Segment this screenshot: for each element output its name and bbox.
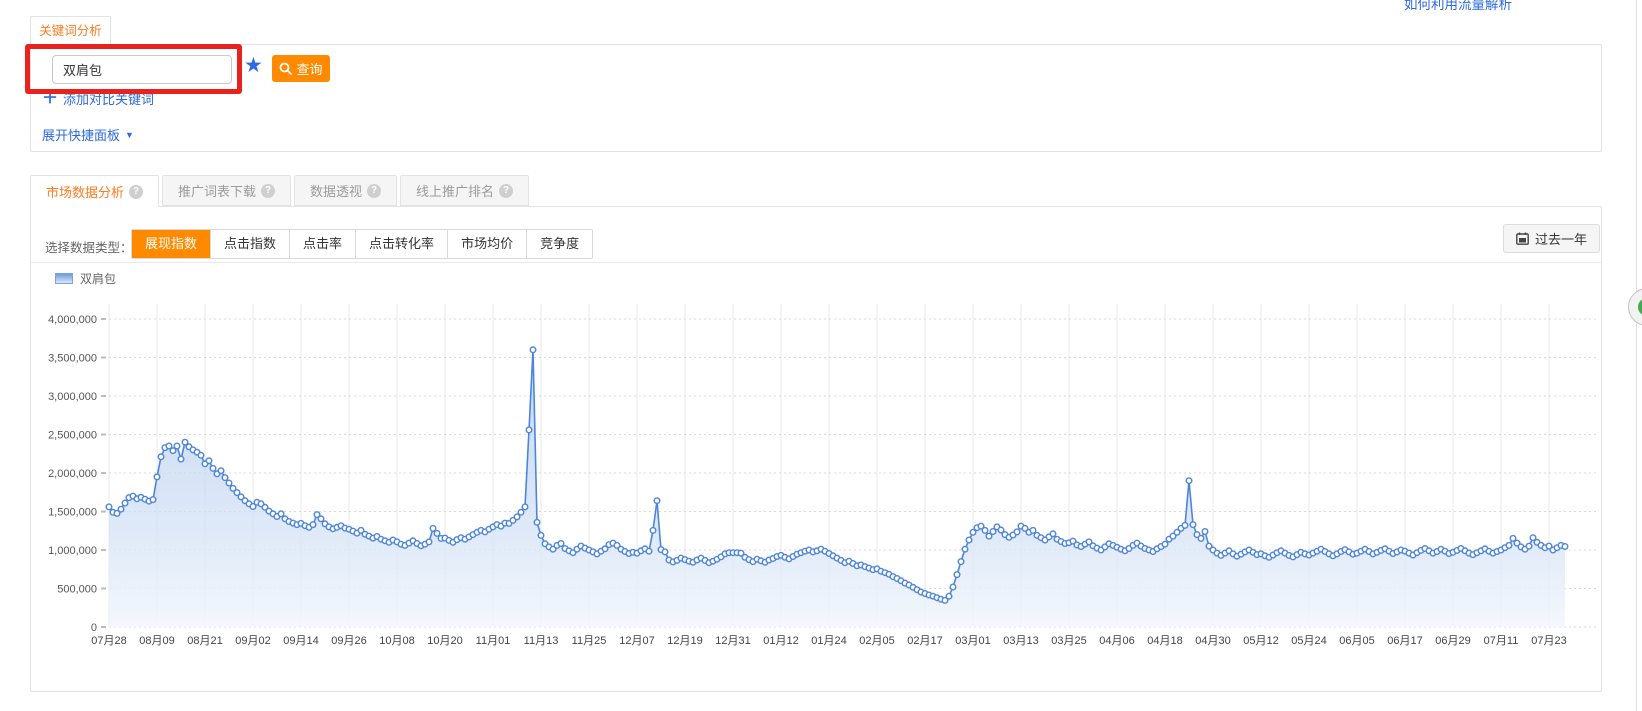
right-divider <box>1636 0 1637 711</box>
svg-text:2,000,000: 2,000,000 <box>48 468 97 480</box>
svg-text:07月11: 07月11 <box>1484 635 1519 647</box>
help-question-icon[interactable]: ? <box>261 184 275 198</box>
expand-panel-label: 展开快捷面板 <box>42 125 120 144</box>
expand-quick-panel-link[interactable]: 展开快捷面板 ▼ <box>42 125 134 144</box>
tab-promo-wordlist-download[interactable]: 推广词表下载 ? <box>162 175 291 206</box>
svg-text:02月05: 02月05 <box>859 635 894 647</box>
date-range-button[interactable]: 过去一年 <box>1503 224 1600 253</box>
type-impression-index[interactable]: 展现指数 <box>132 230 210 258</box>
tab-online-promo-ranking[interactable]: 线上推广排名 ? <box>400 175 529 206</box>
chart-legend[interactable]: 双肩包 <box>55 270 116 287</box>
svg-text:500,000: 500,000 <box>57 584 97 596</box>
help-link[interactable]: 如何利用流量解析 <box>1404 0 1512 13</box>
svg-text:03月13: 03月13 <box>1003 635 1038 647</box>
type-click-conversion-rate[interactable]: 点击转化率 <box>355 230 447 258</box>
query-button-label: 查询 <box>296 59 322 78</box>
svg-text:11月25: 11月25 <box>572 635 607 647</box>
add-compare-label: 添加对比关键词 <box>63 89 154 108</box>
help-question-icon[interactable]: ? <box>129 185 143 199</box>
svg-text:09月14: 09月14 <box>283 635 318 647</box>
svg-text:4,000,000: 4,000,000 <box>48 314 97 326</box>
service-status-icon <box>1638 298 1642 316</box>
svg-text:2,500,000: 2,500,000 <box>48 430 97 442</box>
floating-service-widget[interactable] <box>1628 288 1642 326</box>
svg-text:03月25: 03月25 <box>1051 635 1086 647</box>
svg-text:3,500,000: 3,500,000 <box>48 353 97 365</box>
plus-icon: ＋ <box>42 92 58 106</box>
svg-text:04月18: 04月18 <box>1147 635 1182 647</box>
svg-text:01月24: 01月24 <box>811 635 846 647</box>
analysis-tabrow: 市场数据分析 ? 推广词表下载 ? 数据透视 ? 线上推广排名 ? <box>30 175 529 207</box>
type-market-avg-price[interactable]: 市场均价 <box>447 230 526 258</box>
help-question-icon[interactable]: ? <box>367 184 381 198</box>
svg-text:06月05: 06月05 <box>1339 635 1374 647</box>
svg-text:06月29: 06月29 <box>1435 635 1470 647</box>
svg-text:1,500,000: 1,500,000 <box>48 507 97 519</box>
svg-text:08月09: 08月09 <box>139 635 174 647</box>
add-compare-keyword-link[interactable]: ＋ 添加对比关键词 <box>42 89 154 108</box>
svg-text:04月06: 04月06 <box>1099 635 1134 647</box>
type-click-index[interactable]: 点击指数 <box>210 230 289 258</box>
svg-text:12月19: 12月19 <box>667 635 702 647</box>
tab-market-data-analysis[interactable]: 市场数据分析 ? <box>30 175 159 207</box>
svg-text:09月02: 09月02 <box>235 635 270 647</box>
svg-text:1,000,000: 1,000,000 <box>48 545 97 557</box>
tab-label: 线上推广排名 <box>416 181 494 200</box>
type-click-rate[interactable]: 点击率 <box>289 230 355 258</box>
legend-label: 双肩包 <box>80 270 116 287</box>
svg-text:07月28: 07月28 <box>91 635 126 647</box>
svg-text:3,000,000: 3,000,000 <box>48 391 97 403</box>
svg-text:10月20: 10月20 <box>427 635 462 647</box>
svg-text:05月12: 05月12 <box>1243 635 1278 647</box>
svg-text:0: 0 <box>91 622 97 634</box>
data-type-segmented-control: 展现指数 点击指数 点击率 点击转化率 市场均价 竞争度 <box>131 229 593 259</box>
help-question-icon[interactable]: ? <box>499 184 513 198</box>
svg-text:09月26: 09月26 <box>331 635 366 647</box>
trend-line-chart[interactable]: 07月28 08月09 08月21 09月02 09月14 09月26 10月08 10月20… <box>31 291 1601 691</box>
favorite-star-icon[interactable]: ★ <box>244 52 263 80</box>
svg-text:07月23: 07月23 <box>1531 635 1566 647</box>
search-panel <box>30 44 1602 152</box>
page: { "page": { "help_link": "如何利用流量解析" }, "… <box>0 0 1642 711</box>
keyword-input[interactable] <box>52 55 232 84</box>
svg-text:12月07: 12月07 <box>619 635 654 647</box>
tab-data-pivot[interactable]: 数据透视 ? <box>294 175 397 206</box>
svg-text:02月17: 02月17 <box>907 635 942 647</box>
chevron-down-icon: ▼ <box>125 130 134 140</box>
tab-keyword-analysis[interactable]: 关键词分析 <box>30 16 111 45</box>
panel-divider <box>31 262 1601 263</box>
tab-label: 数据透视 <box>310 181 362 200</box>
chart-panel: 选择数据类型： 展现指数 点击指数 点击率 点击转化率 市场均价 竞争度 过去一… <box>30 206 1602 692</box>
svg-text:04月30: 04月30 <box>1195 635 1230 647</box>
svg-text:10月08: 10月08 <box>379 635 414 647</box>
svg-text:11月13: 11月13 <box>524 635 559 647</box>
tab-label: 市场数据分析 <box>46 182 124 201</box>
search-icon <box>279 62 292 75</box>
date-range-label: 过去一年 <box>1535 229 1587 248</box>
svg-text:01月12: 01月12 <box>763 635 798 647</box>
svg-text:08月21: 08月21 <box>187 635 222 647</box>
tab-label: 推广词表下载 <box>178 181 256 200</box>
type-competition[interactable]: 竞争度 <box>526 230 592 258</box>
calendar-icon <box>1516 232 1529 245</box>
svg-text:11月01: 11月01 <box>476 635 511 647</box>
data-type-label: 选择数据类型： <box>45 237 133 256</box>
legend-swatch <box>55 273 73 284</box>
svg-text:05月24: 05月24 <box>1291 635 1326 647</box>
svg-text:03月01: 03月01 <box>955 635 990 647</box>
svg-text:12月31: 12月31 <box>715 635 750 647</box>
svg-text:06月17: 06月17 <box>1387 635 1422 647</box>
query-button[interactable]: 查询 <box>272 55 330 82</box>
